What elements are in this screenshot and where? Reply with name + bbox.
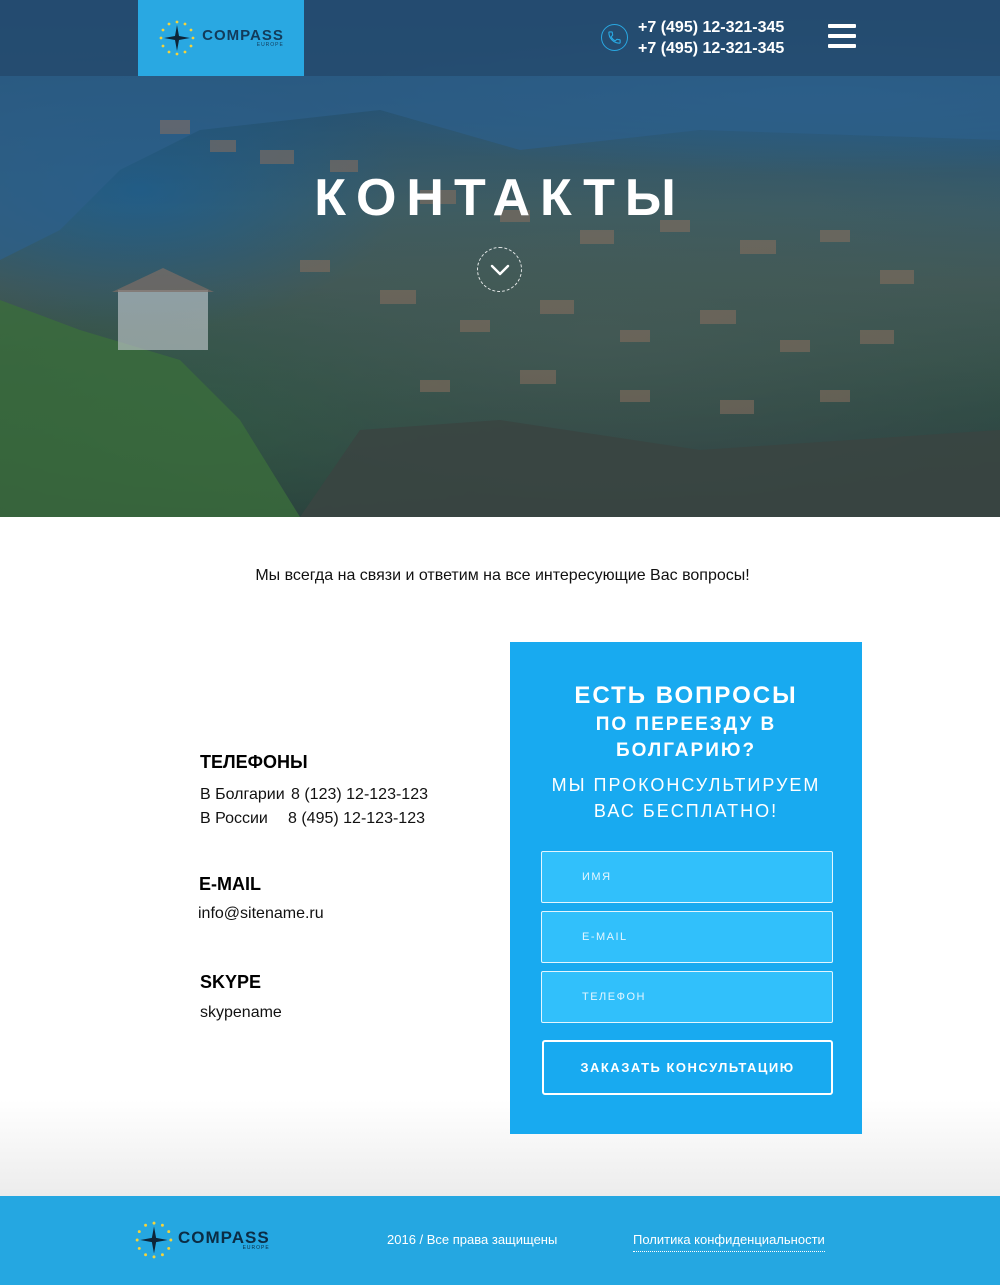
form-title: ЕСТЬ ВОПРОСЫ bbox=[574, 682, 798, 709]
header-phones: +7 (495) 12-321-345 +7 (495) 12-321-345 bbox=[638, 17, 784, 59]
phones-title: ТЕЛЕФОНЫ bbox=[200, 752, 308, 772]
intro-text: Мы всегда на связи и ответим на все инте… bbox=[255, 567, 750, 584]
menu-icon[interactable] bbox=[828, 24, 856, 48]
header-phone-1[interactable]: +7 (495) 12-321-345 bbox=[638, 17, 784, 38]
order-consultation-button[interactable]: ЗАКАЗАТЬ КОНСУЛЬТАЦИЮ bbox=[542, 1040, 833, 1095]
skype-title: SKYPE bbox=[200, 972, 262, 992]
name-field-wrapper bbox=[541, 851, 833, 903]
footer-logo[interactable]: COMPASS EUROPE bbox=[134, 1220, 270, 1260]
phone-russia-value[interactable]: 8 (495) 12-123-123 bbox=[288, 810, 425, 828]
email-field-wrapper bbox=[541, 911, 833, 963]
skype-value[interactable]: skypename bbox=[200, 1004, 282, 1022]
logo-name: COMPASS bbox=[202, 27, 284, 44]
privacy-policy-link[interactable]: Политика конфиденциальности bbox=[633, 1232, 825, 1252]
hero-banner: COMPASS EUROPE +7 (495) 12-321-345 +7 (4… bbox=[0, 0, 1000, 517]
name-field[interactable] bbox=[542, 852, 832, 902]
email-field[interactable] bbox=[542, 912, 832, 962]
logo-subtitle: EUROPE bbox=[256, 42, 284, 48]
phone-field[interactable] bbox=[542, 972, 832, 1022]
compass-star-icon bbox=[135, 1221, 173, 1259]
footer-logo-name: COMPASS bbox=[178, 1228, 270, 1247]
form-subtitle-line-1: ПО ПЕРЕЕЗДУ В bbox=[595, 714, 777, 735]
phone-russia-label: В России bbox=[200, 810, 268, 827]
footer-logo-subtitle: EUROPE bbox=[242, 1245, 270, 1251]
consultation-form: ЕСТЬ ВОПРОСЫ ПО ПЕРЕЕЗДУ В БОЛГАРИЮ? МЫ … bbox=[510, 642, 862, 1134]
header-phone-2[interactable]: +7 (495) 12-321-345 bbox=[638, 38, 784, 59]
footer: COMPASS EUROPE 2016 / Все права защищены… bbox=[0, 1196, 1000, 1285]
phone-bulgaria-label: В Болгарии bbox=[200, 786, 285, 803]
chevron-down-icon[interactable] bbox=[477, 247, 522, 292]
form-offer-line-2: ВАС БЕСПЛАТНО! bbox=[593, 801, 779, 821]
form-subtitle-line-2: БОЛГАРИЮ? bbox=[615, 740, 757, 761]
form-subtitle: ПО ПЕРЕЕЗДУ В БОЛГАРИЮ? bbox=[510, 712, 862, 764]
phone-icon bbox=[601, 24, 628, 51]
copyright: 2016 / Все права защищены bbox=[387, 1232, 558, 1247]
compass-star-icon bbox=[159, 20, 195, 56]
form-offer: МЫ ПРОКОНСУЛЬТИРУЕМ ВАС БЕСПЛАТНО! bbox=[510, 772, 862, 824]
site-logo[interactable]: COMPASS EUROPE bbox=[138, 0, 304, 76]
email-title: E-MAIL bbox=[199, 874, 261, 894]
form-offer-line-1: МЫ ПРОКОНСУЛЬТИРУЕМ bbox=[551, 775, 821, 795]
page-title: КОНТАКТЫ bbox=[314, 169, 686, 227]
email-value[interactable]: info@sitename.ru bbox=[198, 905, 324, 923]
phone-bulgaria-value[interactable]: 8 (123) 12-123-123 bbox=[291, 786, 428, 804]
phone-field-wrapper bbox=[541, 971, 833, 1023]
